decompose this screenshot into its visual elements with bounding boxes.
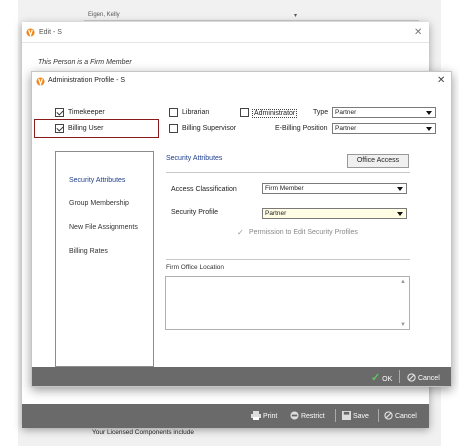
save-icon: [342, 411, 351, 420]
licensed-components-text: Your Licensed Components include: [92, 429, 195, 436]
administrator-checkbox[interactable]: [240, 108, 249, 117]
billing-supervisor-checkbox[interactable]: [169, 124, 178, 133]
background-row-dropdown-icon: ▾: [294, 13, 298, 19]
section-divider: [166, 259, 410, 260]
checkmark-icon: ✓: [371, 372, 381, 384]
close-icon[interactable]: ✕: [414, 27, 422, 38]
restrict-icon: [290, 411, 299, 420]
security-profile-value: Partner: [265, 210, 287, 217]
chevron-down-icon: [426, 111, 432, 115]
section-divider: [166, 172, 410, 173]
admin-dialog-title: Administration Profile - S: [48, 77, 126, 84]
scroll-down-icon[interactable]: ▼: [400, 322, 406, 328]
edit-window-titlebar: Edit - S ✕: [22, 22, 429, 43]
timekeeper-label: Timekeeper: [68, 109, 105, 116]
type-label: Type: [313, 109, 329, 116]
cancel-button[interactable]: Cancel: [384, 411, 417, 420]
admin-nav-panel: Security Attributes Group Membership New…: [55, 151, 154, 367]
firm-member-notice: This Person is a Firm Member: [38, 59, 132, 66]
save-label: Save: [352, 413, 369, 420]
cancel-label: Cancel: [394, 413, 417, 420]
security-attributes-heading: Security Attributes: [166, 155, 223, 162]
app-logo-icon: [36, 77, 45, 86]
footer-divider: [335, 409, 336, 422]
billing-supervisor-label: Billing Supervisor: [182, 125, 237, 132]
administration-profile-dialog: Administration Profile - S ✕ Timekeeper …: [31, 71, 452, 387]
type-select[interactable]: Partner: [332, 107, 436, 118]
access-classification-label: Access Classification: [171, 186, 237, 193]
timekeeper-checkbox[interactable]: [55, 108, 64, 117]
footer-divider: [378, 409, 379, 422]
firm-office-location-label: Firm Office Location: [166, 264, 225, 271]
save-button[interactable]: Save: [342, 411, 369, 420]
admin-dialog-titlebar: Administration Profile - S ✕: [32, 72, 451, 90]
type-select-value: Partner: [335, 109, 357, 116]
ok-label: OK: [382, 376, 393, 383]
cancel-label: Cancel: [417, 375, 440, 382]
nav-new-file-assignments[interactable]: New File Assignments: [69, 224, 138, 231]
permission-edit-checkmark-icon[interactable]: ✓: [237, 228, 244, 237]
billing-user-checkbox[interactable]: [55, 124, 64, 133]
security-profile-label: Security Profile: [171, 209, 219, 216]
billing-user-label: Billing User: [68, 125, 104, 132]
ok-button[interactable]: ✓ OK: [371, 371, 392, 384]
app-logo-icon: [26, 28, 35, 37]
background-row-text: Eigen, Kelly: [88, 12, 120, 18]
chevron-down-icon: [426, 127, 432, 131]
administrator-label: Administrator: [252, 109, 298, 118]
librarian-checkbox[interactable]: [169, 108, 178, 117]
restrict-button[interactable]: Restrict: [290, 411, 325, 420]
edit-window-title: Edit - S: [39, 29, 62, 36]
restrict-label: Restrict: [300, 413, 325, 420]
background-list-row: Eigen, Kelly ▾: [84, 12, 419, 21]
firm-office-location-list[interactable]: ▲ ▼: [165, 276, 410, 330]
ebilling-position-select[interactable]: Partner: [332, 123, 436, 134]
security-profile-select[interactable]: Partner: [262, 208, 407, 219]
cancel-icon: [407, 373, 416, 382]
printer-icon: [251, 411, 261, 420]
access-classification-value: Firm Member: [265, 185, 304, 192]
cancel-button[interactable]: Cancel: [407, 373, 440, 382]
footer-divider: [399, 370, 400, 383]
ebilling-position-value: Partner: [335, 125, 357, 132]
permission-edit-label: Permission to Edit Security Profiles: [249, 229, 358, 236]
close-icon[interactable]: ✕: [437, 75, 445, 86]
cancel-icon: [384, 411, 393, 420]
nav-group-membership[interactable]: Group Membership: [69, 200, 129, 207]
librarian-label: Librarian: [182, 109, 210, 116]
office-access-button[interactable]: Office Access: [347, 154, 409, 168]
scroll-up-icon[interactable]: ▲: [400, 279, 406, 285]
nav-billing-rates[interactable]: Billing Rates: [69, 248, 108, 255]
print-label: Print: [262, 413, 278, 420]
access-classification-select[interactable]: Firm Member: [262, 183, 407, 194]
print-button[interactable]: Print: [251, 411, 277, 420]
chevron-down-icon: [397, 212, 403, 216]
admin-dialog-footer: ✓ OK Cancel: [32, 367, 451, 386]
chevron-down-icon: [397, 187, 403, 191]
nav-security-attributes[interactable]: Security Attributes: [69, 177, 125, 184]
edit-window-footer: Print Restrict Save Cancel: [22, 404, 429, 428]
ebilling-position-label: E-Billing Position: [275, 125, 328, 132]
